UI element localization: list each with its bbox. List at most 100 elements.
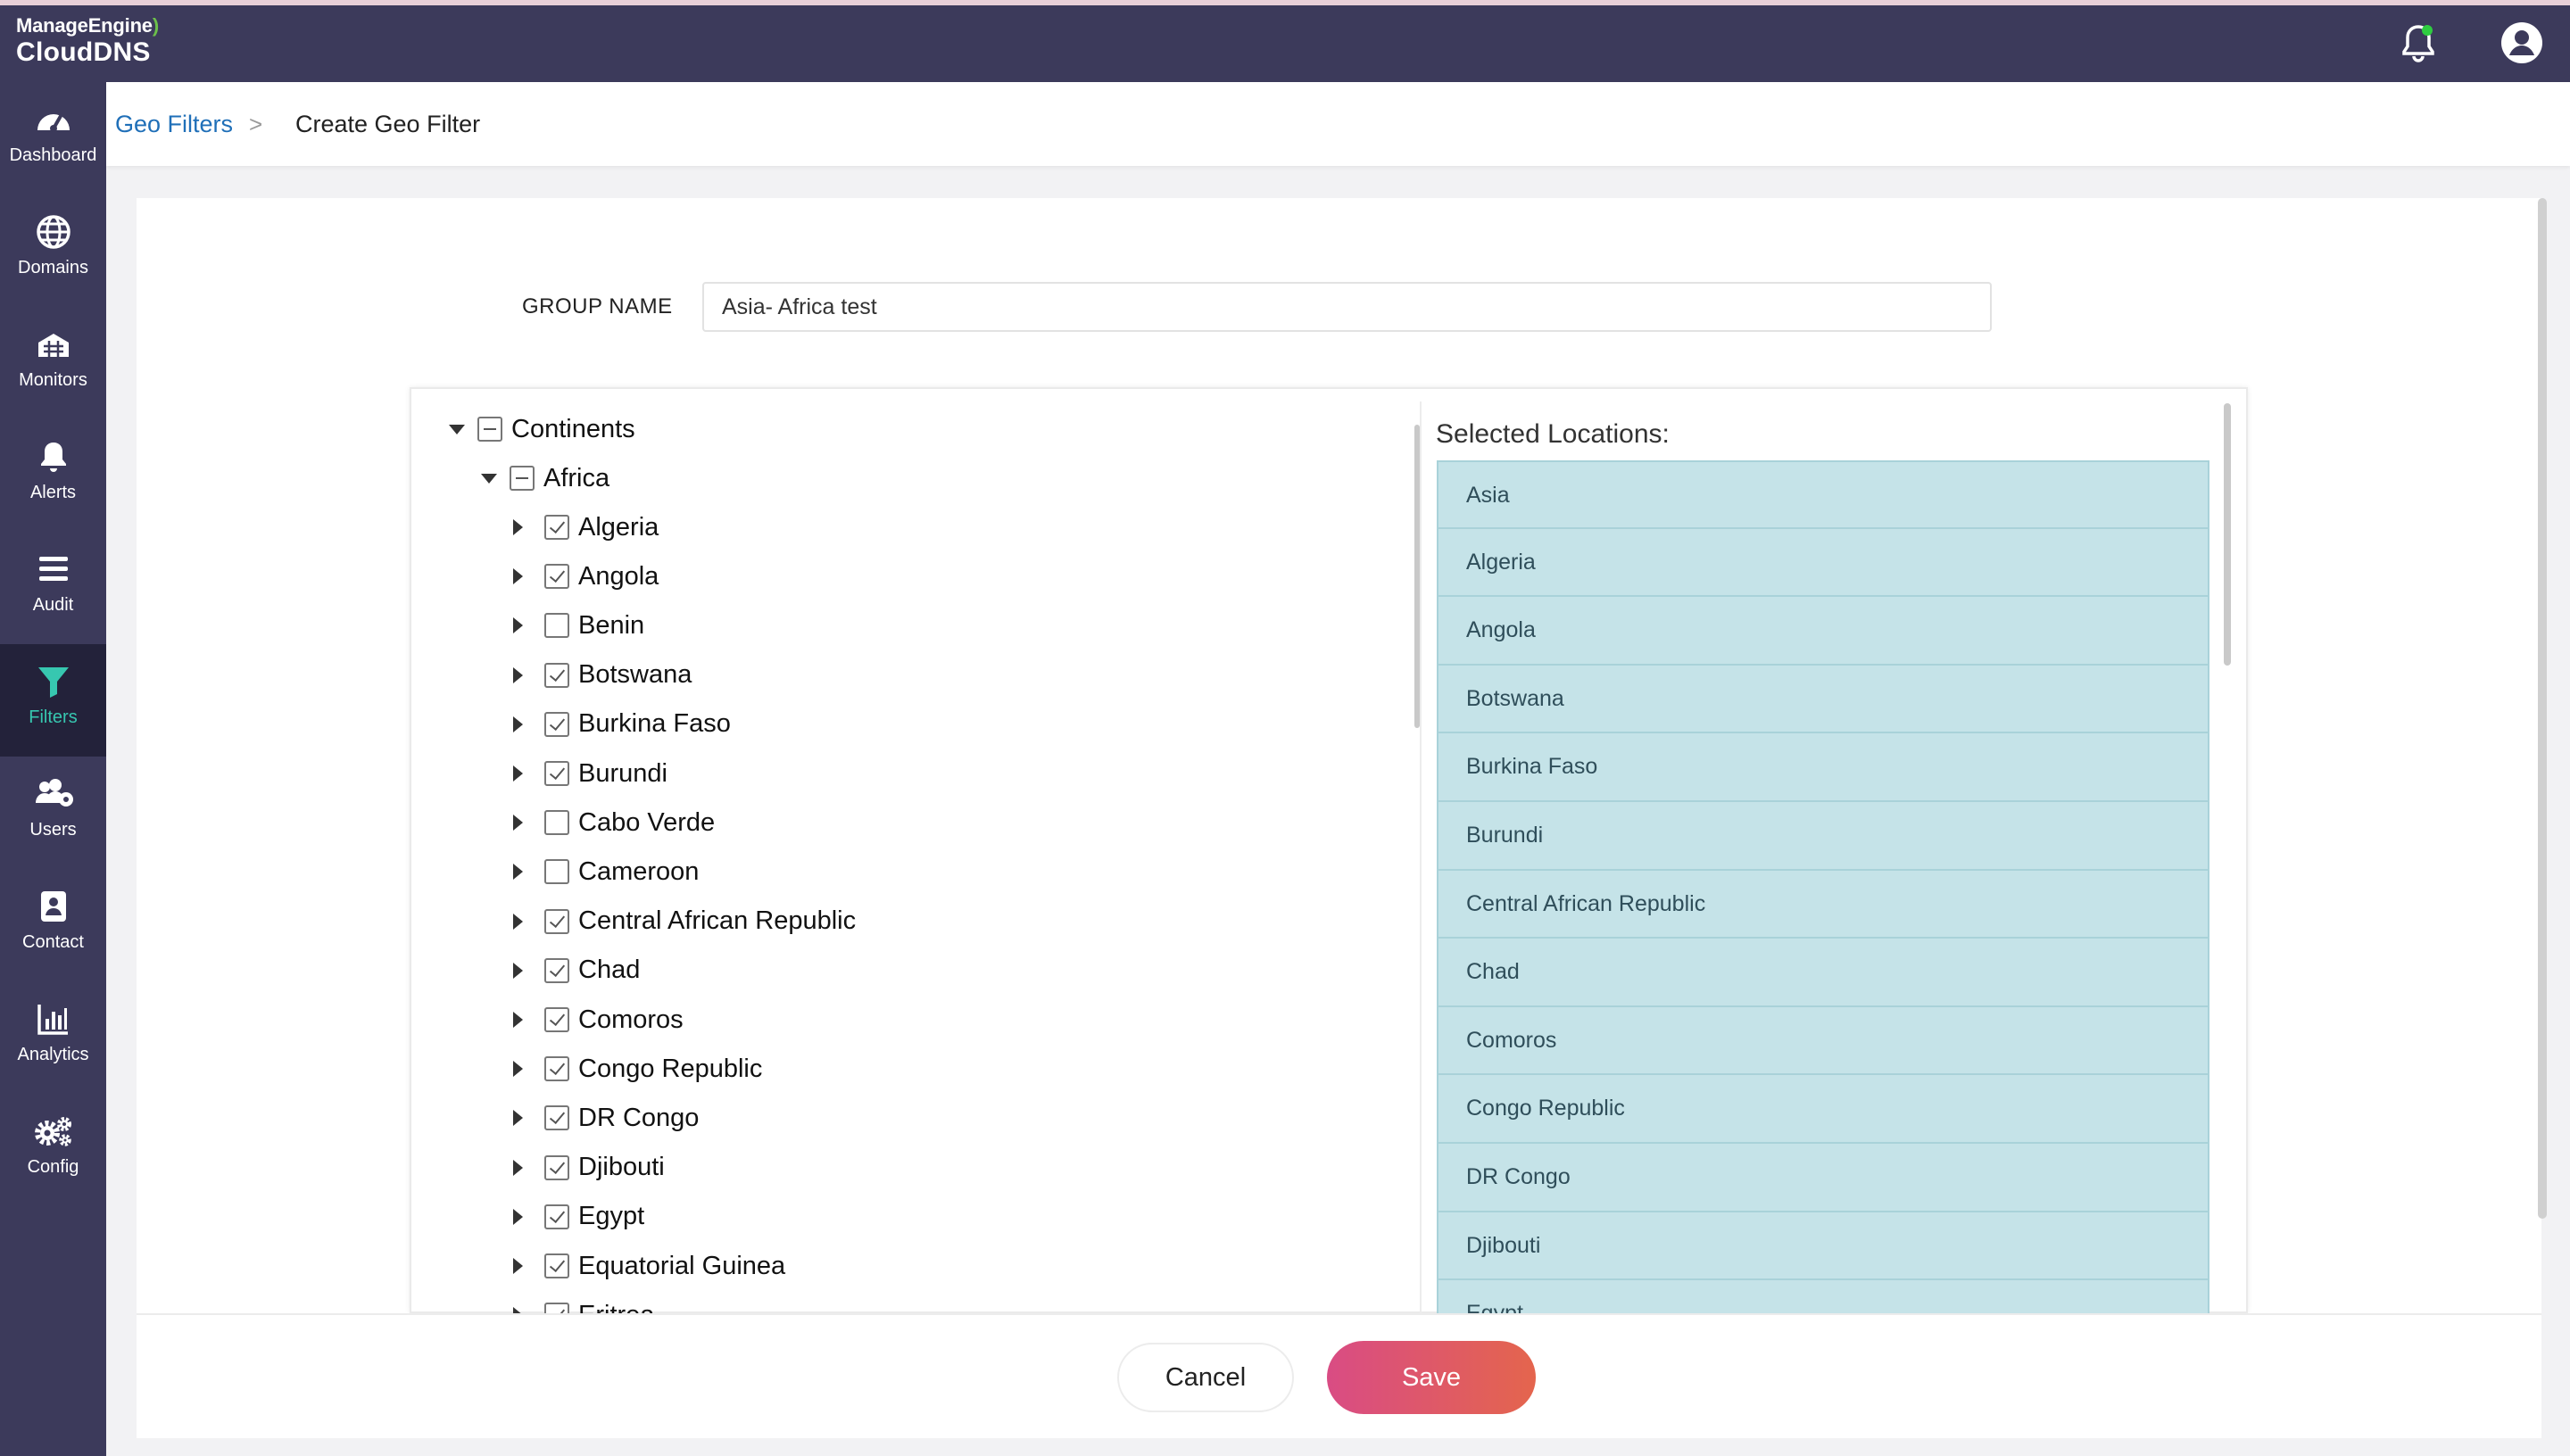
tree-node-country: Cameroon <box>513 851 699 892</box>
tree-node-label: Angola <box>578 561 659 591</box>
caret-right-icon[interactable] <box>513 519 523 535</box>
sidebar-item-domains[interactable]: Domains <box>0 194 106 307</box>
selected-location-item[interactable]: Algeria <box>1437 528 2209 598</box>
tree-node-label: Comoros <box>578 1005 684 1034</box>
africa-checkbox[interactable] <box>510 466 535 491</box>
sidebar-item-label: Domains <box>18 258 88 277</box>
country-checkbox[interactable] <box>544 908 569 934</box>
caret-right-icon[interactable] <box>513 1012 523 1028</box>
caret-right-icon[interactable] <box>513 1208 523 1225</box>
tree-node-country: Angola <box>513 556 659 597</box>
sidebar-item-filters[interactable]: Filters <box>0 644 106 757</box>
caret-right-icon[interactable] <box>513 815 523 831</box>
list-icon <box>38 557 68 581</box>
sidebar-item-audit[interactable]: Audit <box>0 532 106 644</box>
sidebar-item-label: Config <box>27 1157 79 1177</box>
country-checkbox[interactable] <box>544 957 569 983</box>
brand-name: ManageEngine <box>16 14 153 37</box>
caret-right-icon[interactable] <box>513 1159 523 1176</box>
sidebar-item-contact[interactable]: Contact <box>0 869 106 981</box>
globe-icon <box>36 215 70 249</box>
tree-node-africa: Africa <box>481 458 609 499</box>
tree-node-label: Congo Republic <box>578 1054 763 1083</box>
selected-location-item[interactable]: Egypt <box>1437 1280 2209 1313</box>
country-checkbox[interactable] <box>544 1105 569 1131</box>
country-checkbox[interactable] <box>544 515 569 540</box>
caret-right-icon[interactable] <box>513 1258 523 1274</box>
caret-down-icon[interactable] <box>481 473 497 484</box>
tree-scrollbar[interactable] <box>1414 425 1420 728</box>
caret-right-icon[interactable] <box>513 1110 523 1127</box>
selected-locations-title: Selected Locations: <box>1436 419 1670 449</box>
notification-bell-icon[interactable] <box>2395 20 2442 66</box>
country-checkbox[interactable] <box>544 662 569 688</box>
caret-right-icon[interactable] <box>513 765 523 782</box>
page-scrollbar[interactable] <box>2538 198 2547 1219</box>
country-checkbox[interactable] <box>544 711 569 737</box>
sidebar-item-monitors[interactable]: Monitors <box>0 307 106 419</box>
caret-right-icon[interactable] <box>513 666 523 683</box>
tree-node-label: Continents <box>511 414 635 443</box>
tree-node-country: Burundi <box>513 753 667 794</box>
sidebar-item-label: Filters <box>29 707 78 727</box>
group-name-label: GROUP NAME <box>522 294 673 318</box>
country-checkbox[interactable] <box>544 564 569 590</box>
monitor-icon <box>37 334 69 357</box>
country-checkbox[interactable] <box>544 1154 569 1180</box>
tree-node-label: Burundi <box>578 758 667 788</box>
selected-location-item[interactable]: Asia <box>1437 460 2209 529</box>
caret-right-icon[interactable] <box>513 962 523 979</box>
tree-node-country: Djibouti <box>513 1147 665 1188</box>
tree-node-country: Benin <box>513 605 644 646</box>
tree-node-label: Burkina Faso <box>578 709 731 739</box>
tree-node-label: Equatorial Guinea <box>578 1251 786 1280</box>
selected-location-item[interactable]: Djibouti <box>1437 1212 2209 1281</box>
user-profile-icon[interactable] <box>2499 20 2545 66</box>
country-checkbox[interactable] <box>544 1253 569 1278</box>
cancel-button[interactable]: Cancel <box>1117 1343 1294 1412</box>
tree-node-country: Congo Republic <box>513 1048 762 1089</box>
selected-location-item[interactable]: Chad <box>1437 939 2209 1007</box>
tree-node-label: Central African Republic <box>578 906 857 936</box>
save-button[interactable]: Save <box>1327 1341 1536 1414</box>
selected-location-item[interactable]: Botswana <box>1437 665 2209 734</box>
continents-checkbox[interactable] <box>477 417 502 442</box>
selected-location-item[interactable]: Burundi <box>1437 801 2209 871</box>
tree-node-country: Algeria <box>513 507 659 548</box>
selected-location-item[interactable]: DR Congo <box>1437 1143 2209 1212</box>
country-checkbox[interactable] <box>544 1007 569 1032</box>
caret-right-icon[interactable] <box>513 1061 523 1078</box>
caret-down-icon[interactable] <box>449 424 465 434</box>
breadcrumb-geo-filters-link[interactable]: Geo Filters <box>115 111 233 138</box>
sidebar-item-users[interactable]: Users <box>0 757 106 869</box>
tree-node-country: Equatorial Guinea <box>513 1245 785 1286</box>
caret-right-icon[interactable] <box>513 716 523 732</box>
caret-right-icon[interactable] <box>513 617 523 634</box>
tree-node-label: Africa <box>543 463 610 492</box>
product-name: CloudDNS <box>16 37 151 67</box>
country-checkbox[interactable] <box>544 859 569 885</box>
country-checkbox[interactable] <box>544 613 569 639</box>
caret-right-icon[interactable] <box>513 568 523 585</box>
country-checkbox[interactable] <box>544 1056 569 1082</box>
sidebar-item-label: Alerts <box>29 483 77 502</box>
tree-node-label: Egypt <box>578 1202 645 1231</box>
selected-location-item[interactable]: Angola <box>1437 597 2209 666</box>
sidebar-item-analytics[interactable]: Analytics <box>0 981 106 1094</box>
selected-location-item[interactable]: Congo Republic <box>1437 1075 2209 1144</box>
caret-right-icon[interactable] <box>513 864 523 881</box>
country-checkbox[interactable] <box>544 1204 569 1229</box>
country-checkbox[interactable] <box>544 761 569 786</box>
selected-location-item[interactable]: Burkina Faso <box>1437 733 2209 802</box>
country-checkbox[interactable] <box>544 810 569 836</box>
tree-node-label: Djibouti <box>578 1153 665 1182</box>
selected-location-item[interactable]: Central African Republic <box>1437 870 2209 939</box>
selected-list-scrollbar[interactable] <box>2224 403 2231 666</box>
caret-right-icon[interactable] <box>513 913 523 930</box>
sidebar-item-config[interactable]: Config <box>0 1094 106 1206</box>
group-name-input[interactable] <box>702 282 1992 332</box>
sidebar-item-dashboard[interactable]: Dashboard <box>0 82 106 194</box>
sidebar-item-alerts[interactable]: Alerts <box>0 419 106 532</box>
selected-location-item[interactable]: Comoros <box>1437 1006 2209 1076</box>
app-logo[interactable]: ManageEngine) CloudDNS <box>16 14 159 68</box>
